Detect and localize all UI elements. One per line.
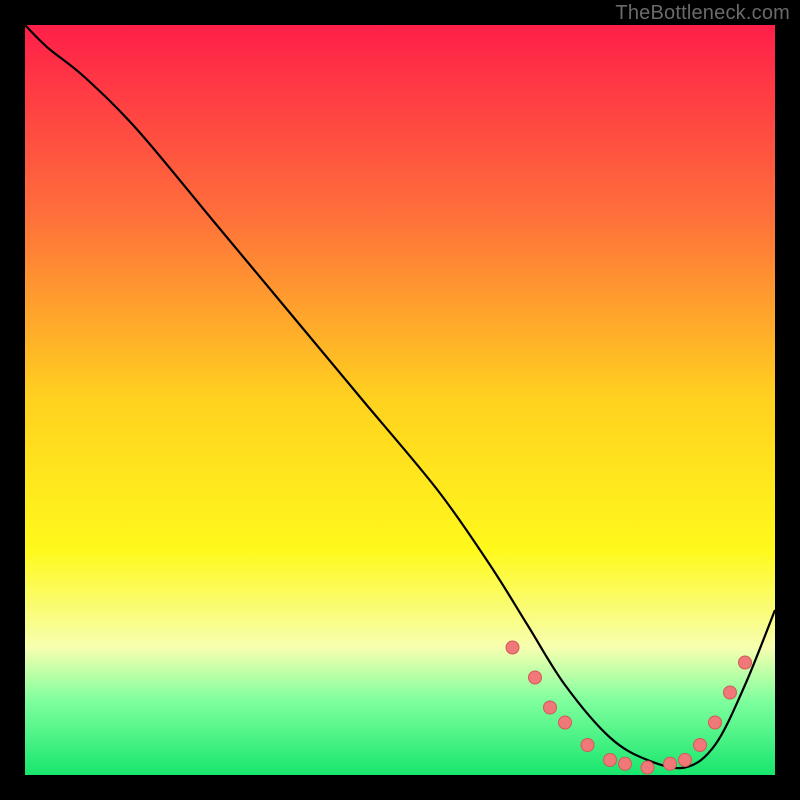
data-dot [544, 701, 557, 714]
plot-area [25, 25, 775, 775]
data-dot [709, 716, 722, 729]
data-dot [641, 761, 654, 774]
gradient-background [25, 25, 775, 775]
data-dot [604, 754, 617, 767]
data-dot [664, 757, 677, 770]
data-dot [619, 757, 632, 770]
data-dot [529, 671, 542, 684]
chart-frame: TheBottleneck.com [0, 0, 800, 800]
chart-svg [25, 25, 775, 775]
data-dot [559, 716, 572, 729]
data-dot [739, 656, 752, 669]
data-dot [506, 641, 519, 654]
data-dot [694, 739, 707, 752]
data-dot [581, 739, 594, 752]
watermark-text: TheBottleneck.com [615, 2, 790, 25]
data-dot [679, 754, 692, 767]
data-dot [724, 686, 737, 699]
